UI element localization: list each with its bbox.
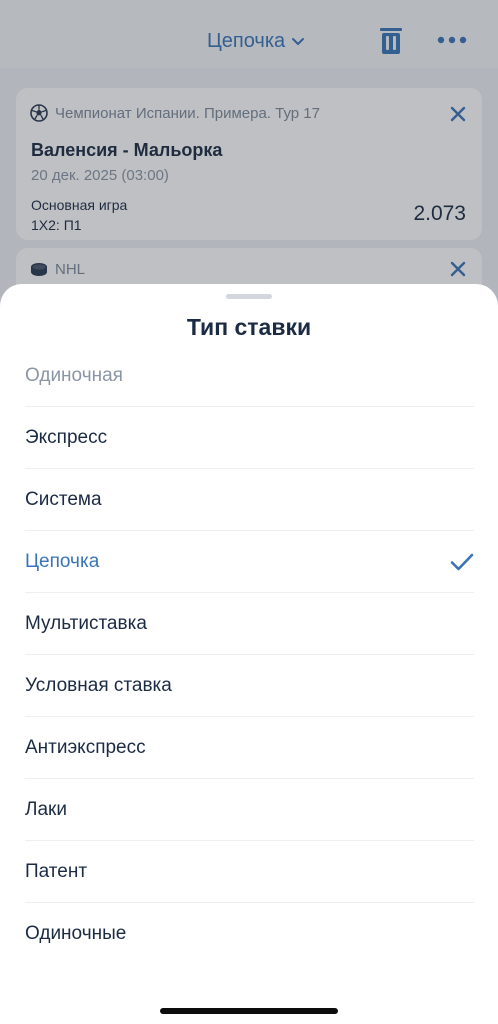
option-label: Экспресс bbox=[25, 426, 108, 448]
option-lucky[interactable]: Лаки bbox=[25, 779, 474, 841]
option-patent[interactable]: Патент bbox=[25, 841, 474, 903]
bet-type-sheet: Тип ставки Одиночная Экспресс Система Це… bbox=[0, 284, 498, 1024]
option-label: Система bbox=[25, 488, 102, 510]
option-singles[interactable]: Одиночные bbox=[25, 903, 474, 965]
sheet-title: Тип ставки bbox=[186, 314, 312, 340]
check-icon bbox=[450, 553, 474, 570]
option-label: Одиночная bbox=[25, 364, 123, 386]
option-chain[interactable]: Цепочка bbox=[25, 531, 474, 593]
option-label: Лаки bbox=[25, 798, 67, 820]
option-label: Антиэкспресс bbox=[25, 736, 146, 758]
option-label: Патент bbox=[25, 860, 88, 882]
option-label: Одиночные bbox=[25, 923, 127, 944]
option-label: Мультиставка bbox=[25, 612, 147, 634]
sheet-grabber[interactable] bbox=[226, 294, 272, 299]
option-system[interactable]: Система bbox=[25, 469, 474, 531]
option-conditional-bet[interactable]: Условная ставка bbox=[25, 655, 474, 717]
home-indicator bbox=[160, 1008, 338, 1014]
option-anti-express[interactable]: Антиэкспресс bbox=[25, 717, 474, 779]
option-label: Цепочка bbox=[25, 550, 100, 572]
bet-type-list: Одиночная Экспресс Система Цепочка Мульт… bbox=[0, 345, 498, 965]
option-label: Условная ставка bbox=[25, 674, 172, 696]
option-express[interactable]: Экспресс bbox=[25, 407, 474, 469]
option-multibet[interactable]: Мультиставка bbox=[25, 593, 474, 655]
option-single: Одиночная bbox=[25, 345, 474, 407]
